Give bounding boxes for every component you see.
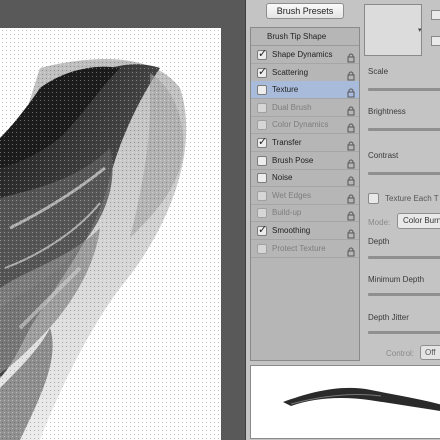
brush-stroke-artwork bbox=[0, 28, 221, 440]
wet-edges-checkbox[interactable] bbox=[257, 190, 267, 201]
protect-texture-label: Protect Texture bbox=[272, 243, 326, 253]
scattering-label: Scattering bbox=[272, 67, 309, 77]
color-dynamics-label: Color Dynamics bbox=[272, 120, 329, 130]
brush-options-list: Brush Tip Shape ✓ Shape Dynamics ✓ Scatteri… bbox=[250, 27, 360, 361]
control-label: Control: bbox=[386, 349, 415, 358]
option-texture[interactable]: Texture bbox=[251, 81, 359, 100]
brightness-slider[interactable] bbox=[368, 128, 440, 131]
option-transfer[interactable]: ✓ Transfer bbox=[251, 134, 359, 152]
document-canvas[interactable] bbox=[0, 28, 221, 440]
control-select[interactable]: Off bbox=[420, 345, 440, 360]
option-protect-texture[interactable]: Protect Texture bbox=[251, 240, 359, 258]
brush-panel: Brush Presets Brush Tip Shape ✓ Shape Dyn… bbox=[245, 0, 440, 440]
option-color-dynamics[interactable]: Color Dynamics bbox=[251, 116, 359, 135]
noise-checkbox[interactable] bbox=[257, 173, 267, 184]
lock-icon[interactable] bbox=[347, 226, 355, 239]
smoothing-checkbox[interactable]: ✓ bbox=[257, 224, 268, 236]
lock-icon[interactable] bbox=[347, 103, 355, 116]
checkmark-icon: ✓ bbox=[258, 48, 268, 60]
protect-texture-checkbox[interactable] bbox=[257, 243, 267, 254]
lock-icon[interactable] bbox=[347, 156, 355, 169]
contrast-label: Contrast bbox=[368, 151, 399, 160]
option-shape-dynamics[interactable]: ✓ Shape Dynamics bbox=[251, 46, 359, 64]
depth-slider[interactable] bbox=[368, 256, 440, 259]
option-build-up[interactable]: Build-up bbox=[251, 204, 359, 223]
checkmark-icon: ✓ bbox=[258, 65, 268, 78]
minimum-depth-slider[interactable] bbox=[368, 293, 440, 296]
build-up-label: Build-up bbox=[272, 208, 302, 218]
minimum-depth-label: Minimum Depth bbox=[368, 275, 425, 284]
noise-label: Noise bbox=[272, 173, 293, 183]
brush-presets-button[interactable]: Brush Presets bbox=[266, 3, 344, 19]
brush-tip-shape-item[interactable]: Brush Tip Shape bbox=[251, 28, 359, 46]
option-dual-brush[interactable]: Dual Brush bbox=[251, 99, 359, 117]
checkmark-icon: ✓ bbox=[258, 224, 268, 236]
depth-label: Depth bbox=[368, 237, 390, 246]
lock-icon[interactable] bbox=[347, 208, 355, 221]
stroke-preview-graphic bbox=[283, 387, 440, 412]
contrast-slider[interactable] bbox=[368, 172, 440, 175]
color-dynamics-checkbox[interactable] bbox=[257, 120, 267, 131]
lock-icon[interactable] bbox=[347, 138, 355, 151]
lock-icon[interactable] bbox=[347, 50, 355, 63]
shape-dynamics-checkbox[interactable]: ✓ bbox=[257, 48, 268, 60]
option-scattering[interactable]: ✓ Scattering bbox=[251, 64, 359, 82]
scale-label: Scale bbox=[368, 67, 389, 76]
brush-stroke-preview bbox=[250, 365, 440, 439]
lock-icon[interactable] bbox=[347, 68, 355, 81]
transfer-label: Transfer bbox=[272, 138, 302, 147]
brush-pose-checkbox[interactable] bbox=[257, 155, 267, 166]
brightness-label: Brightness bbox=[368, 107, 406, 116]
texture-each-tip-label: Texture Each T bbox=[385, 194, 439, 203]
transfer-checkbox[interactable]: ✓ bbox=[257, 136, 268, 148]
checkmark-icon: ✓ bbox=[258, 136, 268, 148]
swatch-dropdown-icon[interactable]: ▾ bbox=[418, 26, 422, 34]
brush-pose-label: Brush Pose bbox=[272, 155, 314, 165]
lock-icon[interactable] bbox=[347, 191, 355, 204]
build-up-checkbox[interactable] bbox=[257, 208, 267, 219]
mode-label: Mode: bbox=[368, 218, 391, 227]
lock-icon[interactable] bbox=[347, 173, 355, 186]
workspace bbox=[0, 0, 245, 440]
depth-jitter-slider[interactable] bbox=[368, 331, 440, 334]
lock-icon[interactable] bbox=[347, 120, 355, 133]
option-smoothing[interactable]: ✓ Smoothing bbox=[251, 222, 359, 240]
lock-icon[interactable] bbox=[347, 85, 355, 98]
texture-checkbox[interactable] bbox=[257, 85, 267, 96]
mode-select[interactable]: Color Burn bbox=[397, 213, 440, 229]
texture-pattern-swatch[interactable] bbox=[364, 4, 422, 56]
texture-each-tip-checkbox[interactable] bbox=[368, 193, 379, 204]
texture-label: Texture bbox=[272, 85, 299, 95]
pattern-options-button[interactable] bbox=[431, 36, 440, 46]
shape-dynamics-label: Shape Dynamics bbox=[272, 50, 333, 59]
scale-slider[interactable] bbox=[368, 88, 440, 91]
option-wet-edges[interactable]: Wet Edges bbox=[251, 187, 359, 205]
dual-brush-label: Dual Brush bbox=[272, 102, 312, 112]
depth-jitter-label: Depth Jitter bbox=[368, 313, 409, 322]
dual-brush-checkbox[interactable] bbox=[257, 102, 267, 113]
scattering-checkbox[interactable]: ✓ bbox=[257, 65, 268, 78]
option-noise[interactable]: Noise bbox=[251, 169, 359, 188]
smoothing-label: Smoothing bbox=[272, 226, 311, 235]
wet-edges-label: Wet Edges bbox=[272, 190, 311, 200]
invert-checkbox[interactable] bbox=[431, 10, 440, 20]
option-brush-pose[interactable]: Brush Pose bbox=[251, 152, 359, 170]
lock-icon[interactable] bbox=[347, 244, 355, 257]
